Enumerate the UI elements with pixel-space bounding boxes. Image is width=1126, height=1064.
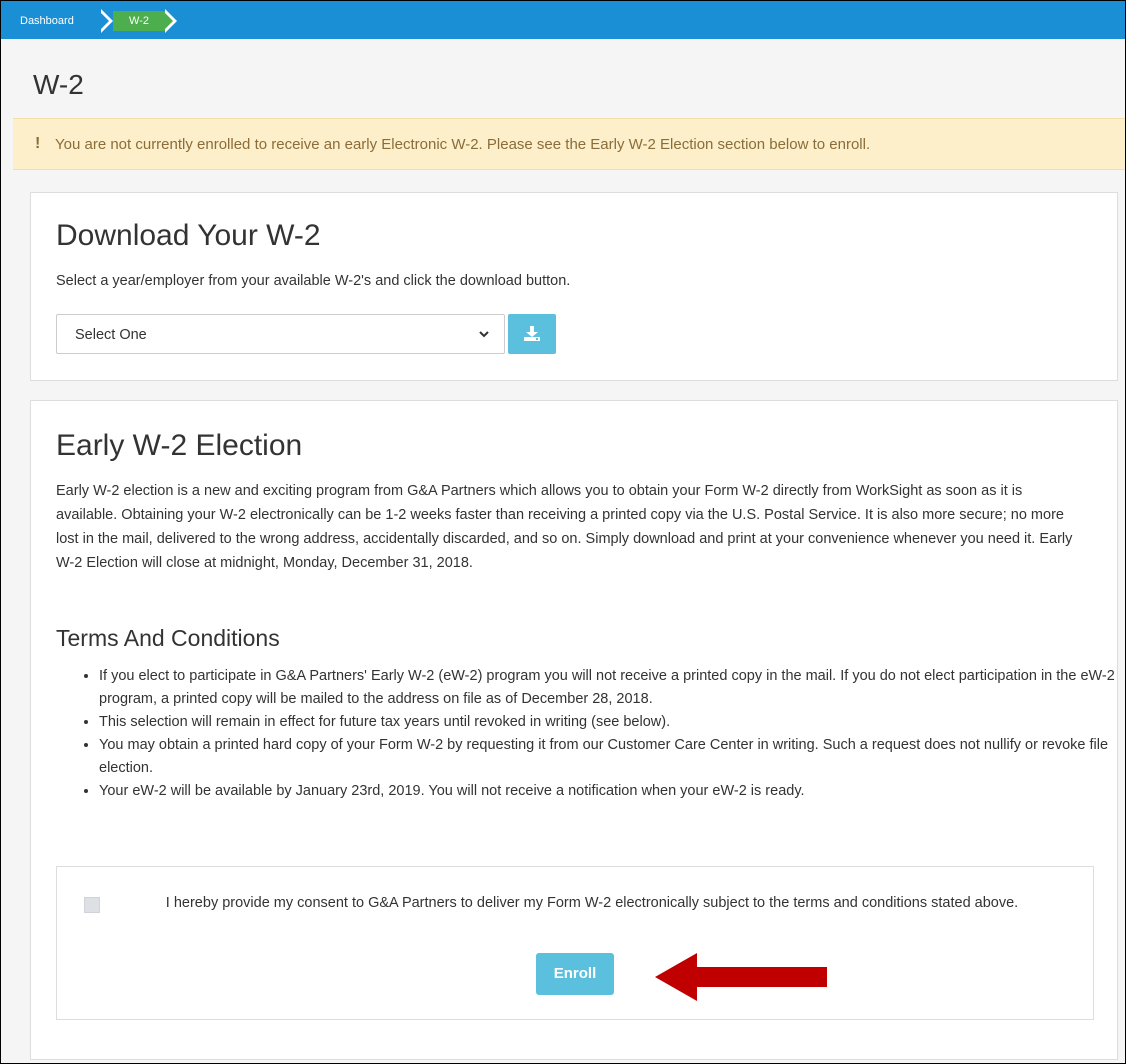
download-button[interactable] (508, 314, 556, 354)
consent-text: I hereby provide my consent to G&A Partn… (165, 895, 1019, 911)
terms-item: Your eW-2 will be available by January 2… (99, 780, 1119, 803)
consent-box: I hereby provide my consent to G&A Partn… (56, 866, 1094, 1020)
w2-select[interactable]: Select One (56, 314, 505, 354)
early-election-description: Early W-2 election is a new and exciting… (56, 483, 1073, 571)
app-frame: Dashboard W-2 W-2 ! You are not currentl… (0, 0, 1126, 1064)
download-icon (524, 326, 540, 341)
alert-text: You are not currently enrolled to receiv… (55, 136, 871, 153)
early-election-panel: Early W-2 Election Early W-2 election is… (30, 400, 1118, 1060)
chevron-down-icon (478, 324, 490, 347)
download-panel: Download Your W-2 Select a year/employer… (30, 192, 1118, 381)
download-description: Select a year/employer from your availab… (56, 273, 571, 289)
w2-select-value: Select One (75, 327, 147, 343)
terms-item: You may obtain a printed hard copy of yo… (99, 734, 1119, 780)
terms-item: This selection will remain in effect for… (99, 711, 1119, 734)
exclamation-icon: ! (35, 135, 41, 152)
download-title: Download Your W-2 (56, 219, 321, 252)
breadcrumb-current-arrow (163, 11, 173, 31)
page-title: W-2 (33, 69, 84, 100)
early-election-title: Early W-2 Election (56, 429, 303, 462)
breadcrumb-separator-fill (99, 11, 109, 31)
breadcrumb-bar: Dashboard W-2 (1, 1, 1125, 39)
terms-item: If you elect to participate in G&A Partn… (99, 665, 1119, 711)
enrollment-alert: ! You are not currently enrolled to rece… (13, 118, 1125, 170)
breadcrumb-dashboard[interactable]: Dashboard (11, 11, 83, 31)
terms-title: Terms And Conditions (56, 625, 280, 651)
breadcrumb-current: W-2 (113, 11, 165, 31)
terms-list: If you elect to participate in G&A Partn… (79, 665, 1119, 803)
enroll-button[interactable]: Enroll (536, 953, 614, 995)
consent-checkbox[interactable] (84, 897, 100, 913)
annotation-arrow-icon (655, 953, 827, 1001)
